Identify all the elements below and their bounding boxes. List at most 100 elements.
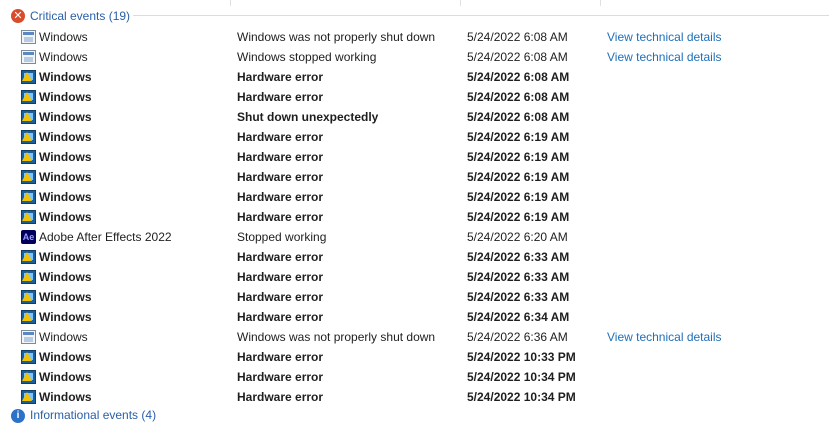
critical-events-title[interactable]: Critical events (19) — [30, 9, 130, 23]
hardware-warning-icon — [21, 350, 36, 364]
hardware-warning-icon — [21, 70, 36, 84]
event-date: 5/24/2022 6:33 AM — [467, 290, 570, 304]
event-row[interactable]: Windows Hardware error 5/24/2022 10:34 PM — [0, 367, 829, 387]
event-source: Windows — [39, 370, 92, 384]
hardware-warning-icon — [21, 110, 36, 124]
event-summary: Hardware error — [237, 310, 324, 324]
event-row[interactable]: Ae Adobe After Effects 2022 Stopped workin… — [0, 227, 829, 247]
event-source: Windows — [39, 290, 92, 304]
event-source: Windows — [39, 130, 92, 144]
hardware-warning-icon — [21, 210, 36, 224]
event-date: 5/24/2022 6:19 AM — [467, 130, 570, 144]
event-source: Windows — [39, 350, 92, 364]
hardware-warning-icon — [21, 310, 36, 324]
event-row[interactable]: Windows Shut down unexpectedly 5/24/2022 6… — [0, 107, 829, 127]
event-row[interactable]: Windows Hardware error 5/24/2022 6:08 AM — [0, 87, 829, 107]
event-source: Windows — [39, 170, 92, 184]
event-summary: Hardware error — [237, 350, 324, 364]
event-row[interactable]: Windows Hardware error 5/24/2022 6:08 AM — [0, 67, 829, 87]
view-technical-details-link[interactable]: View technical details — [607, 30, 722, 44]
hardware-warning-icon — [21, 270, 36, 284]
hardware-warning-icon — [21, 390, 36, 404]
event-date: 5/24/2022 10:34 PM — [467, 370, 576, 384]
informational-events-group-header[interactable]: i Informational events (4) — [11, 409, 156, 423]
event-summary: Hardware error — [237, 250, 324, 264]
event-row[interactable]: Windows Hardware error 5/24/2022 6:19 AM — [0, 187, 829, 207]
windows-window-icon — [21, 330, 36, 344]
event-source: Windows — [39, 70, 92, 84]
event-row[interactable]: Windows Hardware error 5/24/2022 6:19 AM — [0, 207, 829, 227]
event-date: 5/24/2022 6:19 AM — [467, 150, 570, 164]
event-row[interactable]: Windows Hardware error 5/24/2022 6:19 AM — [0, 127, 829, 147]
event-source: Windows — [39, 190, 92, 204]
event-summary: Hardware error — [237, 150, 324, 164]
event-row[interactable]: Windows Windows was not properly shut dow… — [0, 327, 829, 347]
event-source: Windows — [39, 250, 92, 264]
event-row[interactable]: Windows Hardware error 5/24/2022 6:19 AM — [0, 167, 829, 187]
event-date: 5/24/2022 6:36 AM — [467, 330, 568, 344]
hardware-warning-icon — [21, 190, 36, 204]
event-row[interactable]: Windows Hardware error 5/24/2022 10:34 PM — [0, 387, 829, 407]
event-date: 5/24/2022 6:08 AM — [467, 90, 570, 104]
event-source: Windows — [39, 310, 92, 324]
critical-events-group-header[interactable]: ✕ Critical events (19) — [11, 8, 130, 24]
event-source: Windows — [39, 150, 92, 164]
event-summary: Windows was not properly shut down — [237, 30, 436, 44]
hardware-warning-icon — [21, 370, 36, 384]
hardware-warning-icon — [21, 90, 36, 104]
event-date: 5/24/2022 6:08 AM — [467, 30, 568, 44]
event-source: Windows — [39, 110, 92, 124]
event-source: Windows — [39, 30, 88, 44]
event-date: 5/24/2022 6:08 AM — [467, 70, 570, 84]
event-summary: Hardware error — [237, 190, 324, 204]
event-row[interactable]: Windows Windows was not properly shut dow… — [0, 27, 829, 47]
event-date: 5/24/2022 6:19 AM — [467, 190, 570, 204]
event-source: Windows — [39, 50, 88, 64]
event-summary: Hardware error — [237, 290, 324, 304]
event-source: Windows — [39, 270, 92, 284]
event-summary: Hardware error — [237, 370, 324, 384]
event-summary: Hardware error — [237, 390, 324, 404]
event-source: Windows — [39, 330, 88, 344]
event-summary: Hardware error — [237, 270, 324, 284]
view-technical-details-link[interactable]: View technical details — [607, 50, 722, 64]
event-row[interactable]: Windows Hardware error 5/24/2022 6:33 AM — [0, 287, 829, 307]
event-summary: Windows stopped working — [237, 50, 377, 64]
event-date: 5/24/2022 6:33 AM — [467, 250, 570, 264]
event-row[interactable]: Windows Hardware error 5/24/2022 6:33 AM — [0, 267, 829, 287]
event-summary: Stopped working — [237, 230, 327, 244]
event-date: 5/24/2022 6:08 AM — [467, 50, 568, 64]
event-source: Windows — [39, 90, 92, 104]
event-summary: Hardware error — [237, 210, 324, 224]
hardware-warning-icon — [21, 130, 36, 144]
event-summary: Hardware error — [237, 170, 324, 184]
view-technical-details-link[interactable]: View technical details — [607, 330, 722, 344]
event-summary: Windows was not properly shut down — [237, 330, 436, 344]
event-source: Adobe After Effects 2022 — [39, 230, 172, 244]
column-separator — [460, 0, 461, 6]
event-date: 5/24/2022 10:34 PM — [467, 390, 576, 404]
informational-events-title[interactable]: Informational events (4) — [30, 409, 156, 421]
critical-error-icon: ✕ — [11, 9, 25, 23]
hardware-warning-icon — [21, 150, 36, 164]
windows-window-icon — [21, 50, 36, 64]
event-row[interactable]: Windows Hardware error 5/24/2022 6:33 AM — [0, 247, 829, 267]
column-separator — [230, 0, 231, 6]
event-summary: Hardware error — [237, 90, 324, 104]
group-divider — [133, 15, 829, 16]
event-source: Windows — [39, 210, 92, 224]
event-row[interactable]: Windows Hardware error 5/24/2022 6:19 AM — [0, 147, 829, 167]
event-summary: Hardware error — [237, 70, 324, 84]
event-date: 5/24/2022 6:33 AM — [467, 270, 570, 284]
event-row[interactable]: Windows Hardware error 5/24/2022 10:33 PM — [0, 347, 829, 367]
event-summary: Shut down unexpectedly — [237, 110, 379, 124]
event-date: 5/24/2022 10:33 PM — [467, 350, 576, 364]
hardware-warning-icon — [21, 250, 36, 264]
info-icon: i — [11, 409, 25, 423]
event-row[interactable]: Windows Windows stopped working 5/24/2022 … — [0, 47, 829, 67]
event-date: 5/24/2022 6:34 AM — [467, 310, 570, 324]
column-separator — [600, 0, 601, 6]
event-row[interactable]: Windows Hardware error 5/24/2022 6:34 AM — [0, 307, 829, 327]
hardware-warning-icon — [21, 170, 36, 184]
event-date: 5/24/2022 6:08 AM — [467, 110, 570, 124]
